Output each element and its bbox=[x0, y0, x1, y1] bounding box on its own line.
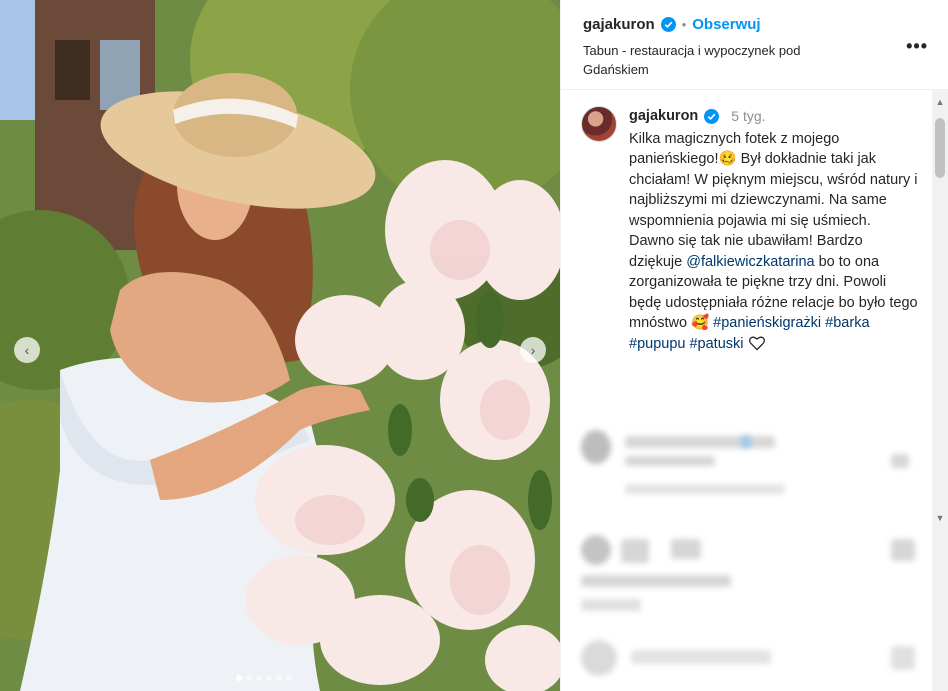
caption-text-part: Kilka magicznych fotek z mojego panieńsk… bbox=[629, 130, 918, 270]
blurred-comment bbox=[581, 430, 918, 500]
carousel-next-button[interactable]: › bbox=[520, 337, 546, 363]
blurred-comment bbox=[581, 535, 918, 615]
comments-section: gajakuron 5 tyg. Kilka magicznych fotek … bbox=[561, 90, 948, 691]
more-options-icon[interactable]: ••• bbox=[906, 36, 928, 57]
separator-dot: • bbox=[681, 17, 687, 32]
post-side-panel: gajakuron • Obserwuj Tabun - restauracja… bbox=[560, 0, 948, 691]
photo-illustration bbox=[0, 0, 560, 691]
carousel-prev-button[interactable]: ‹ bbox=[14, 337, 40, 363]
post-header: gajakuron • Obserwuj Tabun - restauracja… bbox=[561, 0, 948, 90]
post-caption: gajakuron 5 tyg. Kilka magicznych fotek … bbox=[561, 90, 948, 354]
location-link[interactable]: Tabun - restauracja i wypoczynek pod Gda… bbox=[583, 41, 833, 79]
avatar[interactable] bbox=[581, 106, 617, 142]
caption-text: Kilka magicznych fotek z mojego panieńsk… bbox=[629, 129, 919, 355]
carousel-dot bbox=[236, 675, 242, 681]
carousel-dot bbox=[246, 675, 252, 681]
like-heart-icon[interactable] bbox=[748, 335, 766, 351]
post-timestamp[interactable]: 5 tyg. bbox=[731, 106, 765, 127]
carousel-dots bbox=[236, 675, 292, 681]
blurred-comment bbox=[581, 640, 918, 680]
scroll-down-icon[interactable]: ▼ bbox=[932, 510, 948, 526]
carousel-dot bbox=[256, 675, 262, 681]
comments-scrollbar[interactable]: ▲ ▼ bbox=[932, 90, 948, 691]
caption-username[interactable]: gajakuron bbox=[629, 106, 698, 127]
carousel-dot bbox=[276, 675, 282, 681]
author-username[interactable]: gajakuron bbox=[583, 16, 655, 33]
mention-link[interactable]: @falkiewiczkatarina bbox=[686, 254, 814, 270]
instagram-post: ‹ › gajakuron • Obserwuj Tabun - restaur… bbox=[0, 0, 948, 691]
carousel-dot bbox=[286, 675, 292, 681]
verified-badge-icon bbox=[704, 108, 720, 124]
scrollbar-thumb[interactable] bbox=[935, 118, 945, 178]
scroll-up-icon[interactable]: ▲ bbox=[932, 94, 948, 110]
verified-badge-icon bbox=[660, 17, 676, 32]
carousel-dot bbox=[266, 675, 272, 681]
follow-button[interactable]: Obserwuj bbox=[692, 16, 760, 33]
post-photo[interactable]: ‹ › bbox=[0, 0, 560, 691]
